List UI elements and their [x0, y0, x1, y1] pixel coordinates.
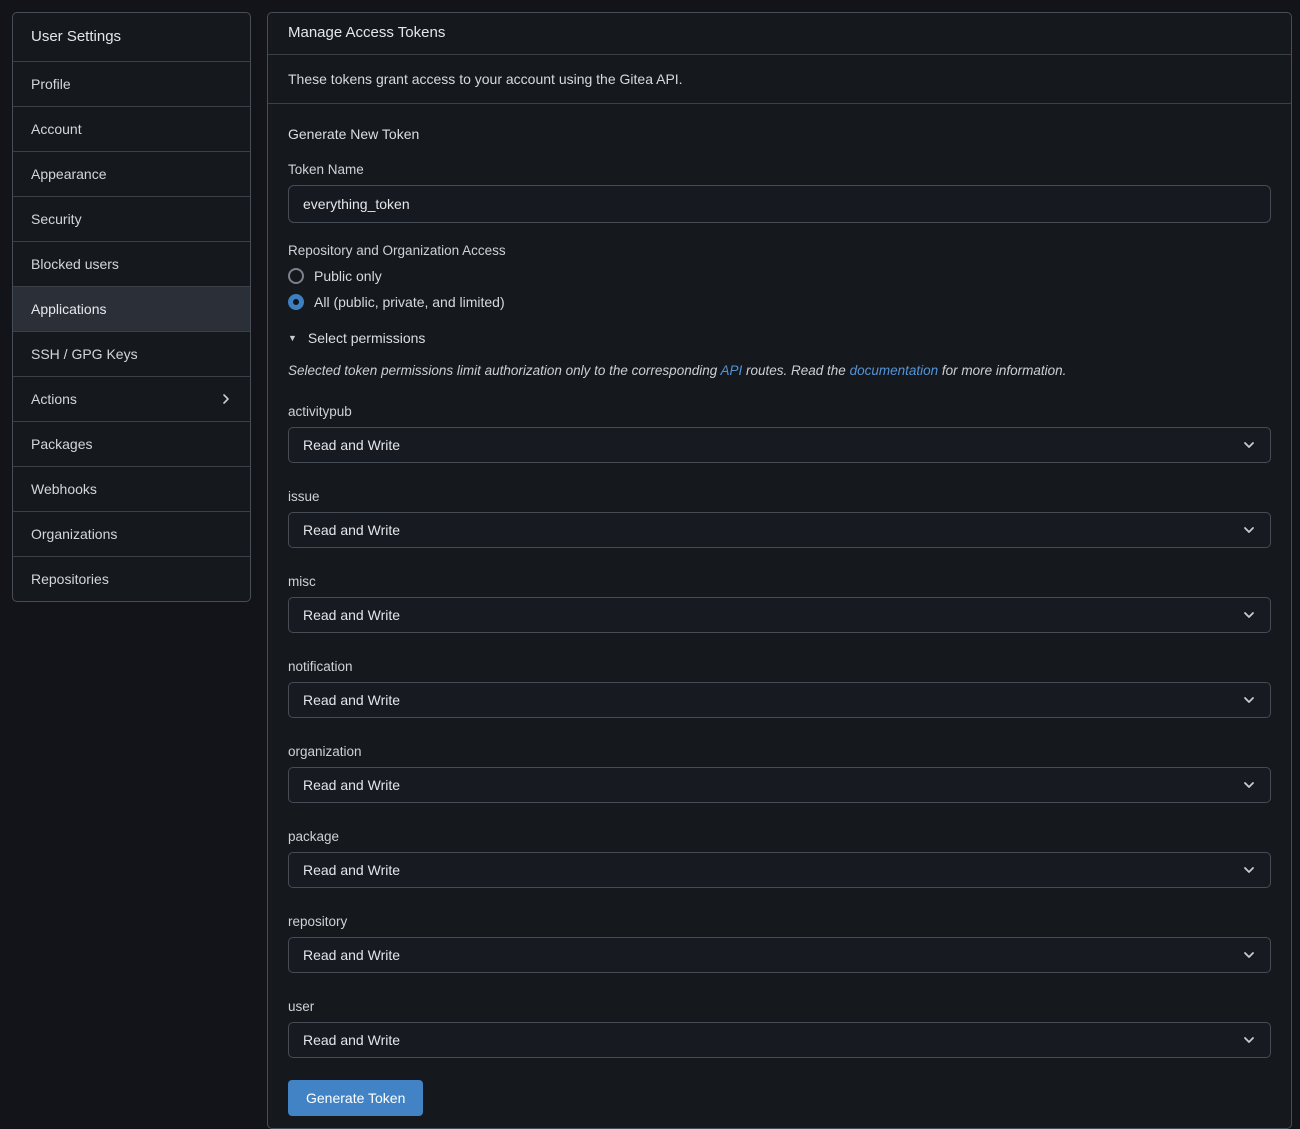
permissions-note: Selected token permissions limit authori…: [288, 363, 1271, 378]
sidebar-item-label: Packages: [31, 436, 92, 452]
chevron-down-icon: [1242, 863, 1256, 877]
radio-public-only[interactable]: Public only: [288, 268, 1271, 284]
permission-select-user[interactable]: Read and Write: [288, 1022, 1271, 1058]
generate-new-token-heading: Generate New Token: [288, 126, 1271, 142]
repo-org-access-label: Repository and Organization Access: [288, 243, 1271, 258]
sidebar-item-applications[interactable]: Applications: [13, 287, 250, 332]
permission-name: organization: [288, 744, 1271, 759]
sidebar-item-label: Actions: [31, 391, 77, 407]
permission-name: issue: [288, 489, 1271, 504]
permission-select-repository[interactable]: Read and Write: [288, 937, 1271, 973]
selected-option: Read and Write: [303, 607, 400, 623]
sidebar-item-packages[interactable]: Packages: [13, 422, 250, 467]
sidebar-item-profile[interactable]: Profile: [13, 62, 250, 107]
sidebar-item-label: SSH / GPG Keys: [31, 346, 138, 362]
chevron-right-icon: [220, 393, 232, 405]
select-permissions-toggle[interactable]: ▼ Select permissions: [288, 330, 1271, 346]
permission-name: notification: [288, 659, 1271, 674]
selected-option: Read and Write: [303, 947, 400, 963]
sidebar-item-organizations[interactable]: Organizations: [13, 512, 250, 557]
radio-unchecked-icon: [288, 268, 304, 284]
chevron-down-icon: [1242, 778, 1256, 792]
radio-label: All (public, private, and limited): [314, 294, 505, 310]
sidebar-item-label: Organizations: [31, 526, 117, 542]
sidebar-item-security[interactable]: Security: [13, 197, 250, 242]
permission-select-misc[interactable]: Read and Write: [288, 597, 1271, 633]
generate-token-form: Generate New Token Token Name Repository…: [268, 104, 1291, 1128]
sidebar-item-blocked-users[interactable]: Blocked users: [13, 242, 250, 287]
note-text: Selected token permissions limit authori…: [288, 363, 720, 378]
radio-all-access[interactable]: All (public, private, and limited): [288, 294, 1271, 310]
permission-name: misc: [288, 574, 1271, 589]
generate-token-button[interactable]: Generate Token: [288, 1080, 423, 1116]
documentation-link[interactable]: documentation: [850, 363, 939, 378]
chevron-down-icon: [1242, 608, 1256, 622]
settings-sidebar: User Settings Profile Account Appearance…: [12, 12, 251, 602]
user-settings-page: User Settings Profile Account Appearance…: [0, 0, 1300, 1066]
sidebar-item-account[interactable]: Account: [13, 107, 250, 152]
permission-select-notification[interactable]: Read and Write: [288, 682, 1271, 718]
sidebar-item-label: Profile: [31, 76, 71, 92]
chevron-down-icon: [1242, 948, 1256, 962]
sidebar-item-label: Applications: [31, 301, 107, 317]
selected-option: Read and Write: [303, 1032, 400, 1048]
selected-option: Read and Write: [303, 777, 400, 793]
permission-select-package[interactable]: Read and Write: [288, 852, 1271, 888]
token-name-input[interactable]: [288, 185, 1271, 223]
sidebar-item-webhooks[interactable]: Webhooks: [13, 467, 250, 512]
chevron-down-icon: [1242, 438, 1256, 452]
permission-name: activitypub: [288, 404, 1271, 419]
permission-name: package: [288, 829, 1271, 844]
api-link[interactable]: API: [720, 363, 742, 378]
chevron-down-icon: [1242, 693, 1256, 707]
sidebar-item-label: Blocked users: [31, 256, 119, 272]
sidebar-item-label: Account: [31, 121, 82, 137]
panel-title: Manage Access Tokens: [268, 13, 1291, 55]
select-permissions-label: Select permissions: [308, 330, 426, 346]
radio-label: Public only: [314, 268, 382, 284]
sidebar-item-appearance[interactable]: Appearance: [13, 152, 250, 197]
note-text: routes. Read the: [742, 363, 849, 378]
sidebar-item-label: Repositories: [31, 571, 109, 587]
manage-access-tokens-panel: Manage Access Tokens These tokens grant …: [267, 12, 1292, 1129]
chevron-down-icon: [1242, 1033, 1256, 1047]
permission-name: user: [288, 999, 1271, 1014]
sidebar-title: User Settings: [13, 13, 250, 62]
permission-select-organization[interactable]: Read and Write: [288, 767, 1271, 803]
sidebar-item-actions[interactable]: Actions: [13, 377, 250, 422]
radio-checked-icon: [288, 294, 304, 310]
sidebar-item-ssh-gpg-keys[interactable]: SSH / GPG Keys: [13, 332, 250, 377]
selected-option: Read and Write: [303, 862, 400, 878]
note-text: for more information.: [938, 363, 1066, 378]
selected-option: Read and Write: [303, 522, 400, 538]
permission-name: repository: [288, 914, 1271, 929]
panel-description: These tokens grant access to your accoun…: [268, 55, 1291, 104]
sidebar-item-repositories[interactable]: Repositories: [13, 557, 250, 601]
selected-option: Read and Write: [303, 692, 400, 708]
chevron-down-icon: [1242, 523, 1256, 537]
sidebar-item-label: Appearance: [31, 166, 107, 182]
permission-select-issue[interactable]: Read and Write: [288, 512, 1271, 548]
selected-option: Read and Write: [303, 437, 400, 453]
caret-down-icon: ▼: [288, 334, 297, 343]
token-name-label: Token Name: [288, 162, 1271, 177]
sidebar-item-label: Security: [31, 211, 82, 227]
permission-select-activitypub[interactable]: Read and Write: [288, 427, 1271, 463]
sidebar-item-label: Webhooks: [31, 481, 97, 497]
